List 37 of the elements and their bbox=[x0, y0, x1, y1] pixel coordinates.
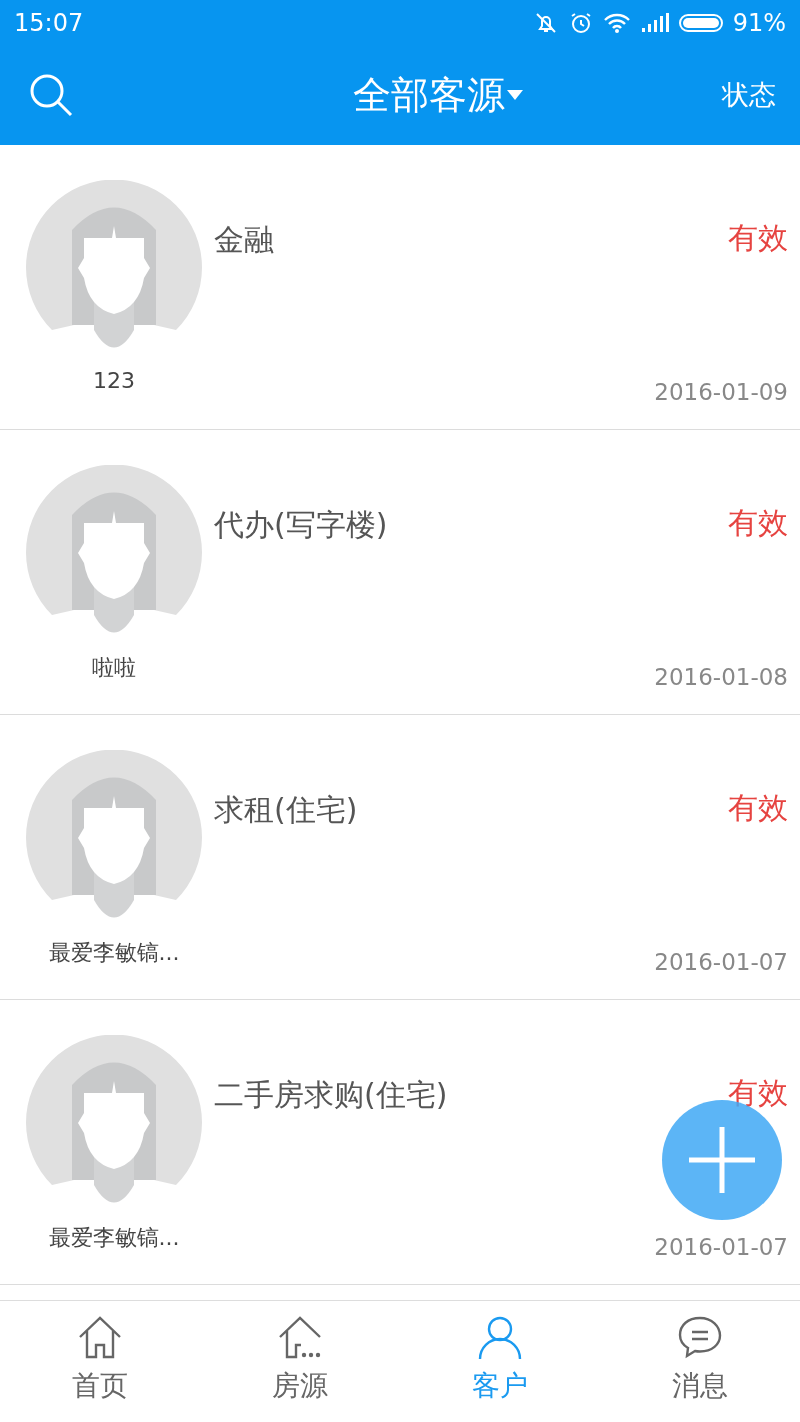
status-time: 15:07 bbox=[14, 8, 84, 37]
house-icon bbox=[77, 1315, 123, 1361]
customer-name: 最爱李敏镐... bbox=[48, 939, 180, 967]
nav-tab[interactable]: 客户 bbox=[400, 1301, 600, 1422]
customer-name: 啦啦 bbox=[92, 654, 136, 682]
demand-type: 二手房求购(住宅) bbox=[214, 1077, 448, 1112]
house-icon bbox=[277, 1315, 323, 1361]
customer-row[interactable]: 啦啦 代办(写字楼) 有效 2016-01-08 bbox=[0, 430, 800, 715]
nav-tab[interactable]: 首页 bbox=[0, 1301, 200, 1422]
chat-icon bbox=[677, 1315, 723, 1361]
customer-row[interactable]: 最爱李敏镐... 求租(住宅) 有效 2016-01-07 bbox=[0, 715, 800, 1000]
nav-tab[interactable]: 消息 bbox=[600, 1301, 800, 1422]
caret-icon bbox=[507, 90, 523, 100]
battery-level: 91% bbox=[732, 8, 786, 37]
status-label: 有效 bbox=[728, 504, 788, 542]
demand-type: 金融 bbox=[214, 222, 274, 257]
search-icon[interactable] bbox=[28, 72, 74, 118]
status-label: 有效 bbox=[728, 789, 788, 827]
date-label: 2016-01-07 bbox=[654, 1234, 788, 1260]
battery-icon bbox=[678, 12, 723, 33]
nav-tab[interactable]: 房源 bbox=[200, 1301, 400, 1422]
plus-icon bbox=[687, 1125, 757, 1195]
person-icon bbox=[477, 1315, 523, 1361]
status-button[interactable]: 状态 bbox=[722, 77, 776, 113]
demand-type: 求租(住宅) bbox=[214, 792, 358, 827]
demand-type: 代办(写字楼) bbox=[214, 507, 388, 542]
date-label: 2016-01-08 bbox=[654, 664, 788, 690]
date-label: 2016-01-09 bbox=[654, 379, 788, 405]
status-label: 有效 bbox=[728, 219, 788, 257]
wifi-icon bbox=[602, 11, 631, 34]
filter-dropdown[interactable]: 全部客源 bbox=[353, 69, 523, 121]
customer-name: 最爱李敏镐... bbox=[48, 1224, 180, 1252]
customer-name: 123 bbox=[93, 368, 135, 393]
signal-icon bbox=[640, 12, 669, 33]
date-label: 2016-01-07 bbox=[654, 949, 788, 975]
customer-row[interactable]: 123 金融 有效 2016-01-09 bbox=[0, 145, 800, 430]
status-label: 有效 bbox=[728, 1074, 788, 1112]
